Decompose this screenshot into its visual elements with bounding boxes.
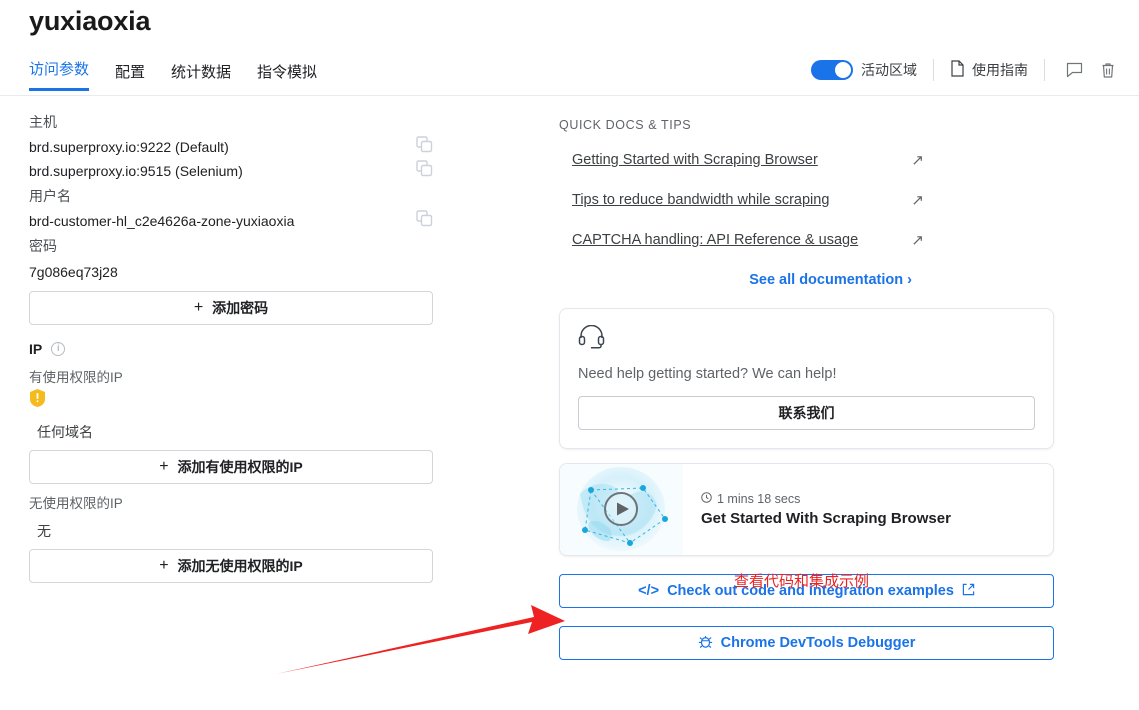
see-all-label: See all documentation [749, 272, 904, 288]
add-password-button[interactable]: + 添加密码 [29, 291, 433, 325]
doc-link-row[interactable]: CAPTCHA handling: API Reference & usage … [559, 220, 1054, 260]
doc-link[interactable]: CAPTCHA handling: API Reference & usage [572, 232, 858, 248]
host-value: brd.superproxy.io:9515 (Selenium) [29, 163, 243, 179]
header-divider [0, 95, 1139, 96]
host-label: 主机 [29, 114, 57, 130]
video-card[interactable]: 1 mins 18 secs Get Started With Scraping… [559, 463, 1054, 556]
ip-section-header: IP i [29, 341, 433, 357]
external-link-icon: ↗ [911, 152, 924, 169]
quick-docs-heading: QUICK DOCS & TIPS [559, 118, 692, 132]
password-label: 密码 [29, 238, 57, 254]
doc-link-row[interactable]: Getting Started with Scraping Browser ↗ [559, 140, 1054, 180]
video-duration: 1 mins 18 secs [701, 492, 951, 506]
usage-guide-label: 使用指南 [972, 62, 1028, 78]
password-value: 7g086eq73j28 [29, 264, 118, 280]
tab-statistics[interactable]: 统计数据 [171, 61, 231, 91]
info-icon[interactable]: i [51, 342, 66, 356]
divider [933, 59, 934, 81]
doc-link[interactable]: Tips to reduce bandwidth while scraping [572, 192, 829, 208]
video-thumbnail [560, 464, 683, 555]
trash-icon[interactable] [1095, 57, 1121, 83]
add-password-label: 添加密码 [212, 300, 269, 316]
doc-link[interactable]: Getting Started with Scraping Browser [572, 152, 818, 168]
external-link-icon: ↗ [911, 232, 924, 249]
external-link-icon [962, 583, 975, 600]
ip-label: IP [29, 341, 43, 357]
video-title: Get Started With Scraping Browser [701, 510, 951, 527]
denied-ip-value: 无 [37, 523, 51, 539]
access-params-panel: 主机 brd.superproxy.io:9222 (Default) brd.… [29, 112, 433, 583]
tab-configuration[interactable]: 配置 [115, 61, 145, 91]
annotation-note: 查看代码和集成示例 [734, 573, 870, 590]
username-row: brd-customer-hl_c2e4626a-zone-yuxiaoxia [29, 209, 433, 233]
external-link-icon: ↗ [911, 192, 924, 209]
add-allowed-ip-label: 添加有使用权限的IP [177, 459, 303, 475]
contact-us-button[interactable]: 联系我们 [578, 396, 1035, 430]
username-value: brd-customer-hl_c2e4626a-zone-yuxiaoxia [29, 213, 295, 229]
plus-icon: + [159, 458, 169, 475]
copy-icon[interactable] [416, 136, 433, 158]
tab-access-params[interactable]: 访问参数 [29, 58, 90, 91]
host-value: brd.superproxy.io:9222 (Default) [29, 139, 229, 155]
divider [1044, 59, 1045, 81]
add-denied-ip-button[interactable]: + 添加无使用权限的IP [29, 549, 433, 583]
headset-icon [578, 324, 605, 353]
host-row: brd.superproxy.io:9222 (Default) [29, 135, 433, 159]
any-domain-value: 任何域名 [37, 424, 93, 440]
usage-guide-link[interactable]: 使用指南 [950, 60, 1028, 80]
copy-icon[interactable] [416, 160, 433, 182]
tab-bar: 访问参数 配置 统计数据 指令模拟 [29, 58, 317, 91]
video-duration-label: 1 mins 18 secs [717, 492, 801, 506]
page-title: yuxiaoxia [29, 6, 151, 36]
add-allowed-ip-button[interactable]: + 添加有使用权限的IP [29, 450, 433, 484]
warning-shield-icon [29, 388, 433, 413]
chevron-right-icon: › [907, 272, 912, 288]
header-actions: 活动区域 使用指南 [811, 58, 1121, 82]
copy-icon[interactable] [416, 210, 433, 232]
chrome-devtools-debugger-button[interactable]: Chrome DevTools Debugger [559, 626, 1054, 660]
denied-ip-label: 无使用权限的IP [29, 496, 123, 511]
code-icon: </> [638, 583, 660, 599]
file-icon [950, 60, 965, 80]
clock-icon [701, 492, 712, 506]
add-denied-ip-label: 添加无使用权限的IP [177, 558, 303, 574]
video-meta: 1 mins 18 secs Get Started With Scraping… [683, 492, 951, 527]
username-label: 用户名 [29, 188, 71, 204]
tab-command-simulation[interactable]: 指令模拟 [257, 61, 317, 91]
help-card: Need help getting started? We can help! … [559, 308, 1054, 449]
allowed-ip-label: 有使用权限的IP [29, 370, 123, 385]
host-row: brd.superproxy.io:9515 (Selenium) [29, 159, 433, 183]
active-zone-label: 活动区域 [861, 62, 917, 78]
help-text: Need help getting started? We can help! [578, 366, 837, 382]
doc-link-row[interactable]: Tips to reduce bandwidth while scraping … [559, 180, 1054, 220]
active-zone-toggle[interactable] [811, 60, 853, 80]
bug-icon [698, 634, 713, 653]
plus-icon: + [159, 557, 169, 574]
comment-icon[interactable] [1061, 57, 1087, 83]
see-all-documentation-link[interactable]: See all documentation › [559, 272, 1054, 288]
plus-icon: + [193, 299, 204, 316]
devtools-label: Chrome DevTools Debugger [720, 635, 916, 651]
